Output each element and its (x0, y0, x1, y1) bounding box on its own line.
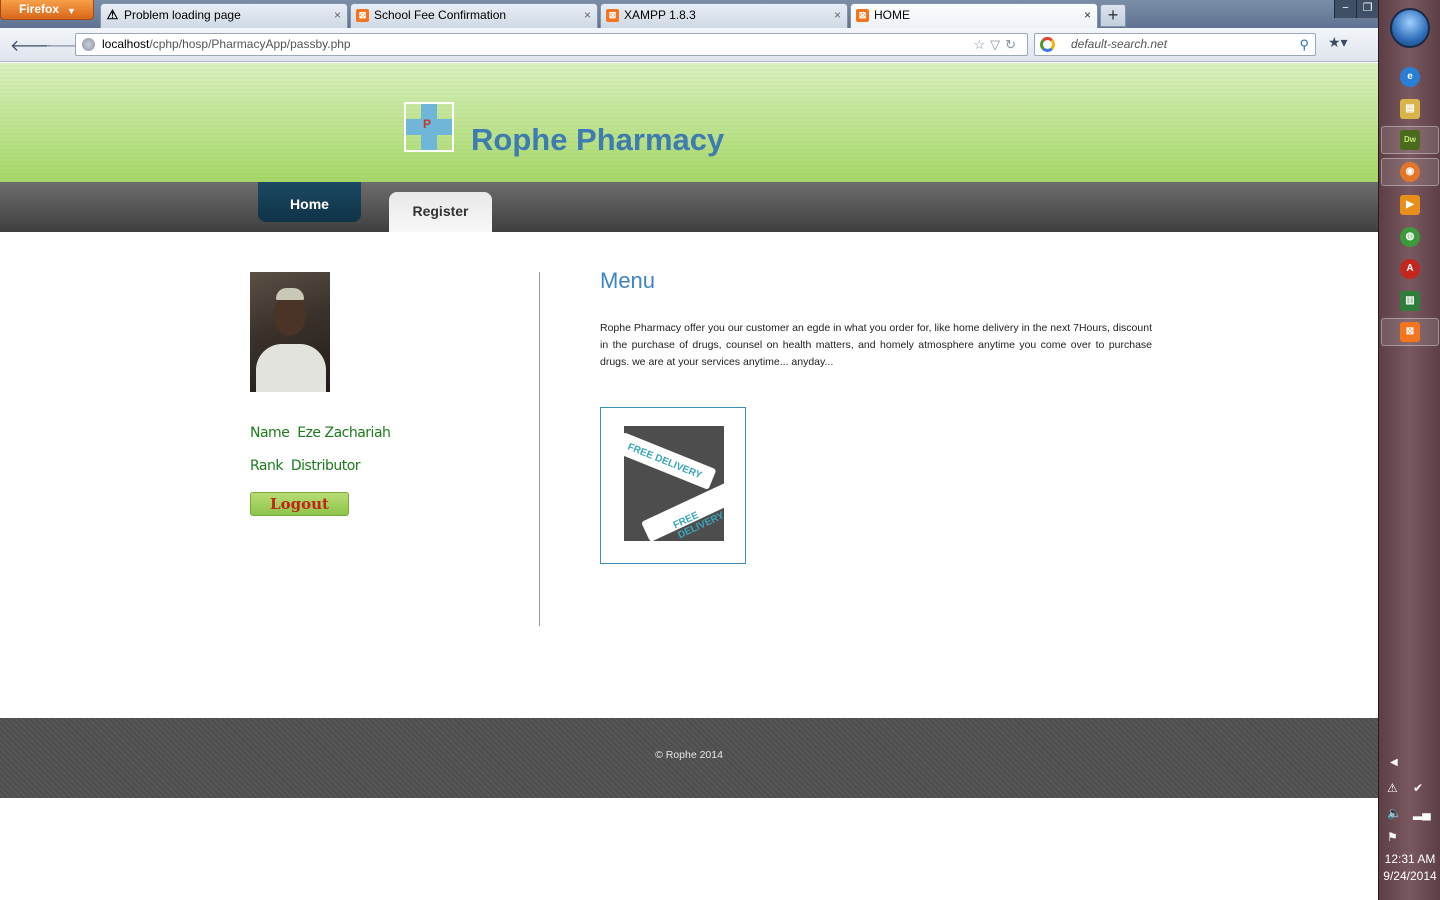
xampp-icon[interactable]: ⊠ (1400, 322, 1420, 342)
xampp-icon: ⊠ (356, 9, 369, 22)
tab-bar: Firefox ▼ ⚠ Problem loading page × ⊠ Sch… (0, 0, 1378, 29)
tab-home[interactable]: ⊠ HOME × (850, 3, 1098, 29)
rank-value: Distributor (290, 458, 361, 474)
windows-taskbar: e ▤ Dw ◉ ▶ ◍ A ▥ ⊠ ◀ ⚠ ✔ 🔈 ▂▄ ⚑ 12:31 AM… (1378, 0, 1440, 900)
rank-label: Rank (250, 458, 283, 474)
explorer-icon[interactable]: ▤ (1400, 99, 1420, 119)
window-controls: − ❐ (1334, 0, 1378, 18)
user-rank-row: Rank Distributor (250, 458, 361, 474)
action-center-icon[interactable]: ⚑ (1387, 830, 1398, 844)
nav-register[interactable]: Register (389, 192, 492, 232)
url-host: localhost (102, 37, 150, 51)
name-label: Name (250, 425, 290, 441)
close-icon[interactable]: × (834, 4, 841, 26)
user-name-row: Name Eze Zachariah (250, 425, 391, 441)
media-player-icon[interactable]: ▶ (1400, 195, 1420, 215)
url-tools: ☆▽↻ (973, 34, 1021, 55)
dreamweaver-icon[interactable]: Dw (1400, 130, 1420, 150)
firefox-menu-button[interactable]: Firefox ▼ (0, 0, 94, 20)
tab-xampp[interactable]: ⊠ XAMPP 1.8.3 × (600, 3, 848, 28)
user-photo (250, 272, 330, 392)
url-bar[interactable]: localhost/cphp/hosp/PharmacyApp/passby.p… (75, 33, 1028, 56)
main-menu: Home Register (0, 182, 1378, 232)
browser-window: Firefox ▼ ⚠ Problem loading page × ⊠ Sch… (0, 0, 1378, 900)
chevron-down-icon: ▼ (67, 6, 76, 16)
main-content: Menu Rophe Pharmacy offer you our custom… (600, 268, 1160, 564)
close-icon[interactable]: × (584, 4, 591, 26)
search-bar[interactable]: default-search.net ⚲ (1034, 33, 1316, 56)
dropdown-icon[interactable]: ▽ (990, 37, 1005, 52)
reload-icon[interactable]: ↻ (1005, 37, 1021, 52)
tab-label: Problem loading page (124, 8, 241, 22)
url-path: /cphp/hosp/PharmacyApp/passby.php (149, 37, 351, 51)
close-icon[interactable]: × (334, 4, 341, 26)
firefox-menu-label: Firefox (19, 2, 60, 16)
firefox-icon[interactable]: ◉ (1400, 162, 1420, 182)
xampp-icon: ⊠ (606, 9, 619, 22)
search-placeholder: default-search.net (1071, 37, 1168, 51)
search-icon[interactable]: ⚲ (1299, 34, 1309, 55)
globe-icon (82, 38, 95, 51)
acrobat-icon[interactable]: A (1400, 259, 1420, 279)
bookmarks-icon[interactable]: ★▾ (1328, 34, 1348, 51)
pharmacy-cross-logo: P (404, 102, 454, 152)
search-engine-icon[interactable] (1040, 37, 1055, 52)
site-footer: © Rophe 2014 (0, 718, 1378, 798)
logo-letter: P (423, 117, 432, 131)
user-sidebar: Name Eze Zachariah Rank Distributor Logo… (250, 272, 540, 626)
menu-description: Rophe Pharmacy offer you our customer an… (600, 322, 1152, 368)
tab-school-fee[interactable]: ⊠ School Fee Confirmation × (350, 3, 598, 28)
new-tab-button[interactable]: + (1100, 4, 1126, 27)
logout-button[interactable]: Logout (250, 492, 349, 516)
xampp-icon: ⊠ (856, 9, 869, 22)
nav-home[interactable]: Home (258, 182, 361, 222)
minimize-icon[interactable]: − (1334, 0, 1356, 18)
footer-copyright: © Rophe 2014 (655, 749, 723, 761)
tab-label: School Fee Confirmation (374, 8, 507, 22)
warning-icon: ⚠ (106, 7, 119, 22)
tray-expand-icon[interactable]: ◀ (1390, 757, 1398, 768)
warning-tray-icon[interactable]: ⚠ (1387, 781, 1398, 795)
tab-label: HOME (874, 8, 910, 22)
volume-icon[interactable]: 🔈 (1387, 806, 1402, 820)
tab-label: XAMPP 1.8.3 (624, 8, 696, 22)
restore-icon[interactable]: ❐ (1356, 0, 1378, 18)
ie-icon[interactable]: e (1400, 67, 1420, 87)
clock-date[interactable]: 9/24/2014 (1379, 869, 1440, 883)
network-check-icon[interactable]: ✔ (1413, 781, 1423, 795)
web-page: P Rophe Pharmacy Home Register Name Eze … (0, 63, 1378, 900)
free-delivery-image: FREE DELIVERY FREE DELIVERY (600, 407, 746, 564)
tab-problem-loading[interactable]: ⚠ Problem loading page × (100, 3, 348, 28)
close-icon[interactable]: × (1084, 4, 1091, 26)
site-title: Rophe Pharmacy (471, 122, 725, 157)
clock-time[interactable]: 12:31 AM (1379, 852, 1440, 866)
star-icon[interactable]: ☆ (973, 37, 990, 52)
signal-icon[interactable]: ▂▄ (1413, 806, 1431, 820)
start-button[interactable] (1390, 8, 1430, 48)
menu-heading: Menu (600, 268, 656, 293)
name-value: Eze Zachariah (297, 425, 391, 441)
navigation-toolbar: 🡐 🡒 localhost/cphp/hosp/PharmacyApp/pass… (0, 28, 1378, 62)
excel-icon[interactable]: ▥ (1400, 291, 1420, 311)
chrome-icon[interactable]: ◍ (1400, 227, 1420, 247)
